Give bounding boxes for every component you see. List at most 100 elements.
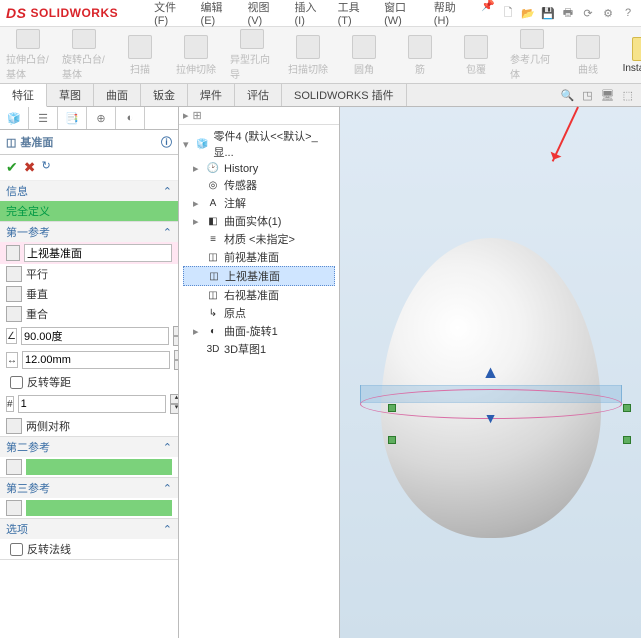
menu-insert[interactable]: 插入(I) — [289, 0, 330, 29]
menu-file[interactable]: 文件(F) — [148, 0, 192, 29]
ref2-selection[interactable] — [0, 457, 178, 477]
ref1-selection[interactable] — [0, 242, 178, 264]
ok-button[interactable]: ✔ — [6, 159, 18, 176]
fm-tab-tree-icon[interactable]: 🧊 — [0, 107, 29, 129]
tree-surfacebody[interactable]: ▸◧曲面实体(1) — [183, 212, 335, 230]
plane-icon: ◫ — [6, 136, 16, 149]
fm-tab-dim-icon[interactable]: ⊕ — [87, 107, 116, 129]
app-logo: DSSOLIDWORKS — [6, 5, 118, 21]
opt-perpendicular[interactable]: 垂直 — [0, 284, 178, 304]
plane-handle[interactable] — [623, 404, 631, 412]
flip-offset-checkbox[interactable] — [10, 376, 23, 389]
plane-handle[interactable] — [388, 436, 396, 444]
opt-midplane[interactable]: 两侧对称 — [0, 416, 178, 436]
graphics-area[interactable]: ▲ ▼ — [340, 107, 641, 638]
tab-addins[interactable]: SOLIDWORKS 插件 — [282, 84, 407, 106]
ribbon-rib[interactable]: 筋 — [392, 27, 448, 83]
plane-handle[interactable] — [623, 436, 631, 444]
tree-right-plane[interactable]: ◫右视基准面 — [183, 286, 335, 304]
menu-help[interactable]: 帮助(H) — [428, 0, 474, 29]
section-options[interactable]: 选项⌃ — [0, 519, 178, 539]
instances-input[interactable] — [18, 395, 166, 413]
tree-3dsketch[interactable]: 3D3D草图1 — [183, 340, 335, 358]
help-icon[interactable]: ⓘ — [161, 134, 172, 150]
ribbon-instant3d[interactable]: Instant3D — [616, 27, 641, 83]
ref3-selection[interactable] — [0, 498, 178, 518]
ribbon-ref-geom[interactable]: 参考几何体 — [504, 27, 560, 83]
tree-front-plane[interactable]: ◫前视基准面 — [183, 248, 335, 266]
qat-rebuild-icon[interactable]: ⟳ — [581, 6, 595, 20]
flyout-collapse-icon[interactable]: ⊞ — [193, 109, 202, 122]
tree-history[interactable]: ▸🕑History — [183, 161, 335, 176]
tree-origin[interactable]: ↳原点 — [183, 304, 335, 322]
menu-view[interactable]: 视图(V) — [242, 0, 287, 29]
ribbon-fillet[interactable]: 圆角 — [336, 27, 392, 83]
section-ref1[interactable]: 第一参考⌃ — [0, 222, 178, 242]
cancel-button[interactable]: ✖ — [24, 159, 36, 176]
flyout-expand-icon[interactable]: ▸ — [183, 109, 189, 122]
command-tabs: 特征 草图 曲面 钣金 焊件 评估 SOLIDWORKS 插件 🔍 ◳ 🖥 ⬚ — [0, 84, 641, 107]
spin-down[interactable]: ▾ — [170, 404, 179, 414]
viewbar-icon[interactable]: 🔍 — [561, 89, 575, 102]
viewbar-icon[interactable]: ◳ — [582, 89, 592, 102]
opt-parallel[interactable]: 平行 — [0, 264, 178, 284]
ribbon-wrap[interactable]: 包覆 — [448, 27, 504, 83]
qat-save-icon[interactable]: 💾 — [541, 6, 555, 20]
drag-arrow-icon[interactable]: ▲ — [482, 362, 500, 383]
panel-title: ◫ 基准面 ⓘ — [0, 130, 178, 155]
ribbon-extrude-boss[interactable]: 拉伸凸台/基体 — [0, 27, 56, 83]
preview-icon[interactable]: ↻ — [41, 159, 50, 176]
tree-annotations[interactable]: ▸A注解 — [183, 194, 335, 212]
tree-root[interactable]: ▾🧊零件4 (默认<<默认>_显... — [183, 127, 335, 161]
tree-sensors[interactable]: ◎传感器 — [183, 176, 335, 194]
tab-sketch[interactable]: 草图 — [47, 84, 94, 106]
menu-tools[interactable]: 工具(T) — [332, 0, 376, 29]
angle-input[interactable] — [21, 327, 169, 345]
ribbon-sweep[interactable]: 扫描 — [112, 27, 168, 83]
ribbon-hole[interactable]: 异型孔向导 — [224, 27, 280, 83]
section-ref3[interactable]: 第三参考⌃ — [0, 478, 178, 498]
qat-help-icon[interactable]: ? — [621, 6, 635, 20]
qat-new-icon[interactable]: 🗋 — [501, 6, 515, 20]
flip-normal-checkbox[interactable] — [10, 543, 23, 556]
feature-tree: ▾🧊零件4 (默认<<默认>_显... ▸🕑History ◎传感器 ▸A注解 … — [179, 125, 339, 360]
ribbon-revolve-boss[interactable]: 旋转凸台/基体 — [56, 27, 112, 83]
section-info[interactable]: 信息⌃ — [0, 181, 178, 201]
fm-tab-config-icon[interactable]: 📑 — [58, 107, 87, 129]
ribbon: 拉伸凸台/基体 旋转凸台/基体 扫描 拉伸切除 异型孔向导 扫描切除 圆角 筋 … — [0, 27, 641, 84]
viewbar-icon[interactable]: ⬚ — [623, 89, 633, 102]
ribbon-extrude-cut[interactable]: 拉伸切除 — [168, 27, 224, 83]
qat-options-icon[interactable]: ⚙ — [601, 6, 615, 20]
distance-input[interactable] — [22, 351, 170, 369]
tab-surface[interactable]: 曲面 — [94, 84, 141, 106]
tree-top-plane[interactable]: ◫上视基准面 — [183, 266, 335, 286]
plane-handle[interactable] — [388, 404, 396, 412]
ref1-input[interactable] — [24, 244, 172, 262]
tab-features[interactable]: 特征 — [0, 84, 47, 107]
tab-sheetmetal[interactable]: 钣金 — [141, 84, 188, 106]
flip-offset-label: 反转等距 — [27, 374, 71, 390]
spin-up[interactable]: ▴ — [170, 394, 179, 404]
ribbon-curves[interactable]: 曲线 — [560, 27, 616, 83]
ribbon-sweep-cut[interactable]: 扫描切除 — [280, 27, 336, 83]
menu-window[interactable]: 窗口(W) — [378, 0, 426, 29]
viewbar-icon[interactable]: 🖥 — [601, 89, 615, 102]
angle-icon: ∠ — [6, 328, 17, 344]
tab-weldment[interactable]: 焊件 — [188, 84, 235, 106]
section-ref2[interactable]: 第二参考⌃ — [0, 437, 178, 457]
annotation-arrow — [552, 107, 579, 162]
menu-edit[interactable]: 编辑(E) — [195, 0, 240, 29]
qat-print-icon[interactable]: 🖶 — [561, 6, 575, 20]
fm-tab-display-icon[interactable]: ◐ — [116, 107, 145, 129]
tree-material[interactable]: ≡材质 <未指定> — [183, 230, 335, 248]
qat-open-icon[interactable]: 📂 — [521, 6, 535, 20]
flip-normal-label: 反转法线 — [27, 541, 71, 557]
menu-pin-icon[interactable]: 📌 — [475, 0, 501, 29]
distance-icon: ↔ — [6, 352, 18, 368]
opt-coincident[interactable]: 重合 — [0, 304, 178, 324]
status-text: 完全定义 — [0, 201, 178, 221]
tree-revolve[interactable]: ▸◐曲面-旋转1 — [183, 322, 335, 340]
drag-arrow-small-icon[interactable]: ▼ — [484, 410, 498, 426]
fm-tab-prop-icon[interactable]: ☰ — [29, 107, 58, 129]
tab-evaluate[interactable]: 评估 — [235, 84, 282, 106]
